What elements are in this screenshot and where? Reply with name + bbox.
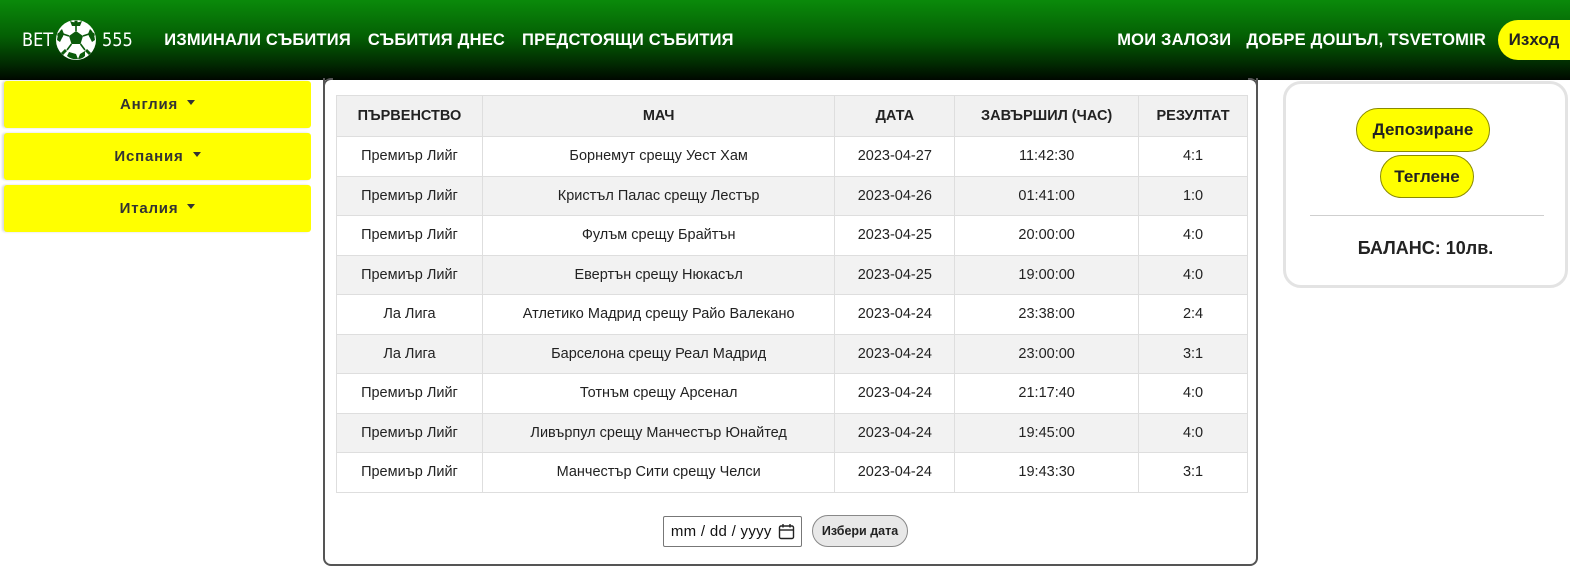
league-sidebar: Англия Испания Италия <box>4 81 311 237</box>
nav-upcoming-events[interactable]: ПРЕДСТОЯЩИ СЪБИТИЯ <box>522 31 734 50</box>
cell-match: Тотнъм срещу Арсенал <box>481 373 836 414</box>
cell-league: Премиър Лийг <box>336 215 483 256</box>
cell-result: 3:1 <box>1138 333 1248 374</box>
cell-date: 2023-04-24 <box>834 333 956 374</box>
cell-league: Ла Лига <box>336 333 483 374</box>
cell-match: Кристъл Палас срещу Лестър <box>481 175 836 216</box>
cell-finished-time: 11:42:30 <box>954 136 1140 177</box>
cell-result: 4:0 <box>1138 373 1248 414</box>
cell-result: 4:0 <box>1138 254 1248 295</box>
withdraw-button[interactable]: Теглене <box>1380 155 1474 198</box>
cell-result: 3:1 <box>1138 452 1248 493</box>
cell-date: 2023-04-24 <box>834 294 956 335</box>
table-row: Премиър Лийг Фулъм срещу Брайтън 2023-04-2… <box>336 215 1248 256</box>
col-header-league: ПЪРВЕНСТВО <box>336 95 483 137</box>
cell-league: Премиър Лийг <box>336 175 483 216</box>
brand-text-right: 555 <box>102 29 133 51</box>
col-header-match: МАЧ <box>481 95 836 137</box>
cell-match: Барселона срещу Реал Мадрид <box>481 333 836 374</box>
cell-match: Борнемут срещу Уест Хам <box>481 136 836 177</box>
table-row: Ла Лига Атлетико Мадрид срещу Райо Валека… <box>336 294 1248 335</box>
table-row: Премиър Лийг Борнемут срещу Уест Хам 2023-… <box>336 136 1248 177</box>
league-dropdown-spain[interactable]: Испания <box>4 133 311 180</box>
table-row: Премиър Лийг Тотнъм срещу Арсенал 2023-04-… <box>336 373 1248 414</box>
cell-finished-time: 01:41:00 <box>954 175 1140 216</box>
col-header-finished: ЗАВЪРШИЛ (ЧАС) <box>954 95 1140 137</box>
cell-finished-time: 21:17:40 <box>954 373 1140 414</box>
cell-result: 4:0 <box>1138 412 1248 453</box>
date-filter: mm / dd / yyyy Избери дата <box>325 515 1256 547</box>
cell-league: Премиър Лийг <box>336 452 483 493</box>
cell-date: 2023-04-25 <box>834 254 956 295</box>
cell-result: 4:0 <box>1138 215 1248 256</box>
cell-date: 2023-04-24 <box>834 452 956 493</box>
cell-date: 2023-04-27 <box>834 136 956 177</box>
brand-logo[interactable]: BET 555 <box>22 0 138 80</box>
logout-button[interactable]: Изход <box>1498 20 1570 60</box>
cell-finished-time: 19:00:00 <box>954 254 1140 295</box>
cell-finished-time: 23:00:00 <box>954 333 1140 374</box>
results-panel: ПЪРВЕНСТВО МАЧ ДАТА ЗАВЪРШИЛ (ЧАС) РЕЗУЛ… <box>323 78 1258 566</box>
cell-finished-time: 23:38:00 <box>954 294 1140 335</box>
caret-down-icon <box>187 100 196 105</box>
col-header-date: ДАТА <box>834 95 956 137</box>
nav-past-events[interactable]: ИЗМИНАЛИ СЪБИТИЯ <box>164 31 351 50</box>
cell-league: Ла Лига <box>336 294 483 335</box>
welcome-user[interactable]: ДОБРЕ ДОШЪЛ, TSVETOMIR <box>1246 31 1486 50</box>
cell-match: Фулъм срещу Брайтън <box>481 215 836 256</box>
league-label: Италия <box>119 200 179 217</box>
user-nav: МОИ ЗАЛОЗИ ДОБРЕ ДОШЪЛ, TSVETOMIR Изход <box>1117 0 1570 80</box>
soccer-ball-icon <box>56 20 96 60</box>
cell-date: 2023-04-26 <box>834 175 956 216</box>
date-input[interactable]: mm / dd / yyyy <box>662 515 802 547</box>
nav-events-today[interactable]: СЪБИТИЯ ДНЕС <box>368 31 505 50</box>
cell-league: Премиър Лийг <box>336 136 483 177</box>
caret-down-icon <box>192 152 201 157</box>
main-nav: ИЗМИНАЛИ СЪБИТИЯ СЪБИТИЯ ДНЕС ПРЕДСТОЯЩИ… <box>164 31 750 50</box>
cell-finished-time: 19:45:00 <box>954 412 1140 453</box>
divider <box>1310 215 1544 216</box>
top-navbar: BET 555 ИЗМИНАЛИ СЪБИТИЯ СЪБИТИЯ ДНЕС ПР… <box>0 0 1570 80</box>
results-table: ПЪРВЕНСТВО МАЧ ДАТА ЗАВЪРШИЛ (ЧАС) РЕЗУЛ… <box>336 95 1248 493</box>
deposit-button[interactable]: Депозиране <box>1356 108 1490 152</box>
cell-league: Премиър Лийг <box>336 373 483 414</box>
date-placeholder: mm / dd / yyyy <box>670 522 772 540</box>
table-header-row: ПЪРВЕНСТВО МАЧ ДАТА ЗАВЪРШИЛ (ЧАС) РЕЗУЛ… <box>336 95 1248 137</box>
balance-display: БАЛАНС: 10лв. <box>1357 238 1494 258</box>
league-dropdown-italy[interactable]: Италия <box>4 185 311 232</box>
cell-league: Премиър Лийг <box>336 412 483 453</box>
cell-finished-time: 20:00:00 <box>954 215 1140 256</box>
cell-result: 4:1 <box>1138 136 1248 177</box>
cell-date: 2023-04-24 <box>834 412 956 453</box>
table-row: Премиър Лийг Манчестър Сити срещу Челси 20… <box>336 452 1248 493</box>
league-dropdown-england[interactable]: Англия <box>4 81 311 128</box>
account-card: Депозиране Теглене БАЛАНС: 10лв. <box>1283 81 1568 288</box>
brand-text-left: BET <box>22 29 54 51</box>
cell-result: 1:0 <box>1138 175 1248 216</box>
cell-result: 2:4 <box>1138 294 1248 335</box>
cell-match: Атлетико Мадрид срещу Райо Валекано <box>481 294 836 335</box>
col-header-result: РЕЗУЛТАТ <box>1138 95 1248 137</box>
league-label: Англия <box>119 96 179 113</box>
table-row: Премиър Лийг Кристъл Палас срещу Лестър 20… <box>336 175 1248 216</box>
table-row: Премиър Лийг Ливърпул срещу Манчестър Юна… <box>336 412 1248 453</box>
calendar-icon[interactable] <box>778 523 795 540</box>
caret-down-icon <box>187 204 196 209</box>
table-row: Премиър Лийг Евертън срещу Нюкасъл 2023-04… <box>336 254 1248 295</box>
cell-match: Евертън срещу Нюкасъл <box>481 254 836 295</box>
cell-finished-time: 19:43:30 <box>954 452 1140 493</box>
cell-league: Премиър Лийг <box>336 254 483 295</box>
league-label: Испания <box>114 148 184 165</box>
cell-match: Ливърпул срещу Манчестър Юнайтед <box>481 412 836 453</box>
table-row: Ла Лига Барселона срещу Реал Мадрид 2023-0… <box>336 333 1248 374</box>
nav-my-bets[interactable]: МОИ ЗАЛОЗИ <box>1117 31 1231 50</box>
cell-match: Манчестър Сити срещу Челси <box>481 452 836 493</box>
cell-date: 2023-04-24 <box>834 373 956 414</box>
cell-date: 2023-04-25 <box>834 215 956 256</box>
pick-date-button[interactable]: Избери дата <box>811 515 909 547</box>
